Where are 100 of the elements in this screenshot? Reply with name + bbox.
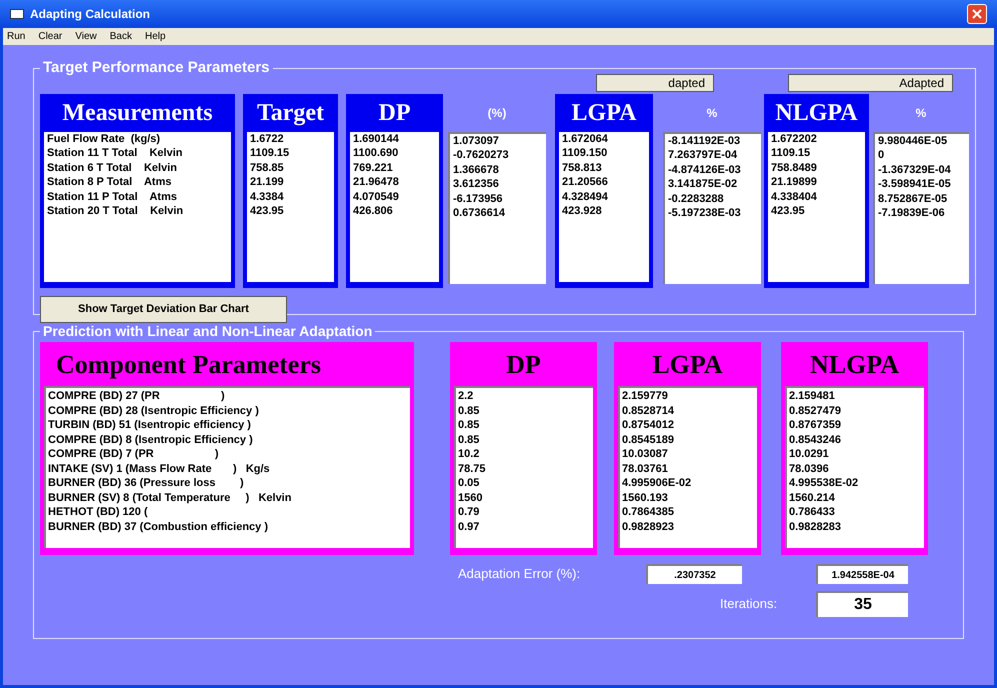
list-item: -8.141192E-03 xyxy=(668,134,742,148)
error-field[interactable]: 1.942558E-04 xyxy=(816,564,908,584)
list-item: 1.690144 xyxy=(353,132,400,146)
error-field[interactable]: .2307352 xyxy=(646,564,742,584)
list-item: COMPRE (BD) 28 (Isentropic Efficiency ) xyxy=(48,404,260,418)
list-item: 21.96478 xyxy=(353,175,400,190)
menu-item[interactable]: Back xyxy=(110,29,132,44)
column-header: NLGPA xyxy=(808,348,900,380)
list-item: 1.6722 xyxy=(250,132,285,146)
list-item: 0.6736614 xyxy=(453,206,506,220)
list-item: 1.672202 xyxy=(771,132,818,146)
close-icon xyxy=(972,9,982,19)
value-list[interactable]: 1.073097 -0.7620273 1.366678 3.612356 -6.173956 0.6736614 xyxy=(450,134,546,284)
value-list[interactable]: 9.980446E-05 0 -1.367329E-04 -3.598941E-05 8.752867E-05 -7.19839E-06 xyxy=(875,134,969,284)
value-list[interactable]: 1.672202 1109.15 758.8489 21.19899 4.338404 423.95 xyxy=(768,132,865,282)
list-item: Station 11 T Total Kelvin xyxy=(47,146,184,160)
value-list[interactable]: -8.141192E-03 7.263797E-04 -4.874126E-03 3.141875E-02 -0.2283288 -5.197238E-03 xyxy=(665,134,761,284)
list-item: Station 20 T Total Kelvin xyxy=(47,204,184,218)
value-list[interactable]: 2.159779 0.8528714 0.8754012 0.8545189 10.03087 78.03761 4.995906E-02 1560.193 0.7864385 0.9828923 xyxy=(618,386,757,548)
list-item: BURNER (BD) 37 (Combustion efficiency ) xyxy=(48,520,270,534)
list-item: 1.366678 xyxy=(453,162,500,177)
list-item: 0.7864385 xyxy=(622,505,675,520)
list-item: 21.19899 xyxy=(771,175,818,190)
list-item: 78.75 xyxy=(458,462,487,476)
list-item: BURNER (BD) 36 (Pressure loss ) xyxy=(48,476,245,490)
list-item: 0.8754012 xyxy=(622,418,675,432)
list-item: 0.8545189 xyxy=(622,432,675,447)
list-item: COMPRE (BD) 7 (PR ) xyxy=(48,447,220,462)
list-item: 1109.15 xyxy=(250,146,290,160)
list-item: 0 xyxy=(878,148,886,162)
list-item: 758.813 xyxy=(562,160,603,175)
value-list[interactable]: 2.2 0.85 0.85 0.85 10.2 78.75 0.05 1560 0.79 0.97 xyxy=(454,386,593,548)
value-list[interactable]: 2.159481 0.8527479 0.8767359 0.8543246 10.0291 78.0396 4.995538E-02 1560.214 0.786433 0.9828283 xyxy=(785,386,924,548)
menu-item[interactable]: Help xyxy=(145,29,166,44)
list-item: 0.9828283 xyxy=(789,520,842,534)
column-header: Measurements xyxy=(61,98,214,128)
list-item: 10.2 xyxy=(458,447,480,462)
list-item: 1560 xyxy=(458,490,484,505)
menu-item[interactable]: View xyxy=(75,29,97,44)
column-header: % xyxy=(916,104,926,122)
list-item: Station 6 T Total Kelvin xyxy=(47,160,178,175)
list-item: 4.995538E-02 xyxy=(789,476,860,490)
list-item: -4.874126E-03 xyxy=(668,162,742,177)
list-item: 0.79 xyxy=(458,505,480,520)
list-item: 9.980446E-05 xyxy=(878,134,948,148)
adapted-button[interactable]: Adapted xyxy=(788,74,953,92)
list-item: 8.752867E-05 xyxy=(878,192,948,206)
list-item: 3.612356 xyxy=(453,177,500,192)
list-item: 1109.150 xyxy=(562,146,608,160)
value-list[interactable] xyxy=(44,386,410,548)
list-item: BURNER (SV) 8 (Total Temperature ) Kelvin xyxy=(48,490,292,505)
list-item: 0.85 xyxy=(458,418,480,432)
value-list[interactable]: 1.690144 1100.690 769.221 21.96478 4.070549 426.806 xyxy=(350,132,439,282)
list-item: 4.995906E-02 xyxy=(622,476,692,490)
list-item: -5.197238E-03 xyxy=(668,206,742,220)
value-list[interactable]: 1.672064 1109.150 758.813 21.20566 4.328494 423.928 xyxy=(559,132,649,282)
list-item: 423.928 xyxy=(562,204,603,218)
list-item: 426.806 xyxy=(353,204,394,218)
list-item: 78.0396 xyxy=(789,462,830,476)
list-item: -0.7620273 xyxy=(453,148,510,162)
menu-item[interactable]: Run xyxy=(7,29,26,44)
list-item: 4.328494 xyxy=(562,190,609,204)
adaptation-error-label: Adaptation Error (%): xyxy=(458,565,582,584)
adapted-button[interactable]: dapted xyxy=(596,74,714,92)
list-item: 758.85 xyxy=(250,160,285,175)
list-item: 0.85 xyxy=(458,404,480,418)
list-item: 10.03087 xyxy=(622,447,669,462)
list-item: 0.05 xyxy=(458,476,480,490)
group-title: Target Performance Parameters xyxy=(42,58,270,78)
list-item: 3.141875E-02 xyxy=(668,177,738,192)
chart-button[interactable]: Show Target Deviation Bar Chart xyxy=(40,296,287,322)
list-item: INTAKE (SV) 1 (Mass Flow Rate ) Kg/s xyxy=(48,462,271,476)
list-item: 21.20566 xyxy=(562,175,609,190)
list-item: 0.8527479 xyxy=(789,404,842,418)
list-item: -1.367329E-04 xyxy=(878,162,952,177)
list-item: 0.97 xyxy=(458,520,480,534)
list-item: 1560.214 xyxy=(789,490,836,505)
list-item: 1.672064 xyxy=(562,132,609,146)
close-button[interactable] xyxy=(967,4,987,24)
value-list[interactable]: Fuel Flow Rate (kg/s) Station 11 T Total Kelvin Station 6 T Total Kelvin Station 8 P Total Atms Station 11 P Total Atms Station 20 T Total Kelvin xyxy=(44,132,231,282)
list-item: Station 11 P Total Atms xyxy=(47,190,178,204)
column-header: (%) xyxy=(488,104,506,122)
value-list[interactable]: 1.6722 1109.15 758.85 21.199 4.3384 423.95 xyxy=(247,132,334,282)
menu-item[interactable]: Clear xyxy=(38,29,62,44)
list-item: 7.263797E-04 xyxy=(668,148,738,162)
iterations-field[interactable]: 35 xyxy=(816,591,908,617)
list-item: COMPRE (BD) 27 (PR ) xyxy=(48,389,226,404)
list-item: 2.159779 xyxy=(622,389,669,404)
list-item: 423.95 xyxy=(250,204,285,218)
list-item: 1100.690 xyxy=(353,146,400,160)
list-item: 0.8528714 xyxy=(622,404,675,418)
list-item: 1560.193 xyxy=(622,490,669,505)
column-header: DP xyxy=(505,348,542,380)
list-item: 0.85 xyxy=(458,432,480,447)
column-header: Component Parameters xyxy=(55,348,322,380)
list-item: -3.598941E-05 xyxy=(878,177,952,192)
column-header: % xyxy=(706,104,718,122)
list-item: 1109.15 xyxy=(771,146,812,160)
column-header: LGPA xyxy=(570,98,638,128)
list-item: 1.073097 xyxy=(453,134,500,148)
